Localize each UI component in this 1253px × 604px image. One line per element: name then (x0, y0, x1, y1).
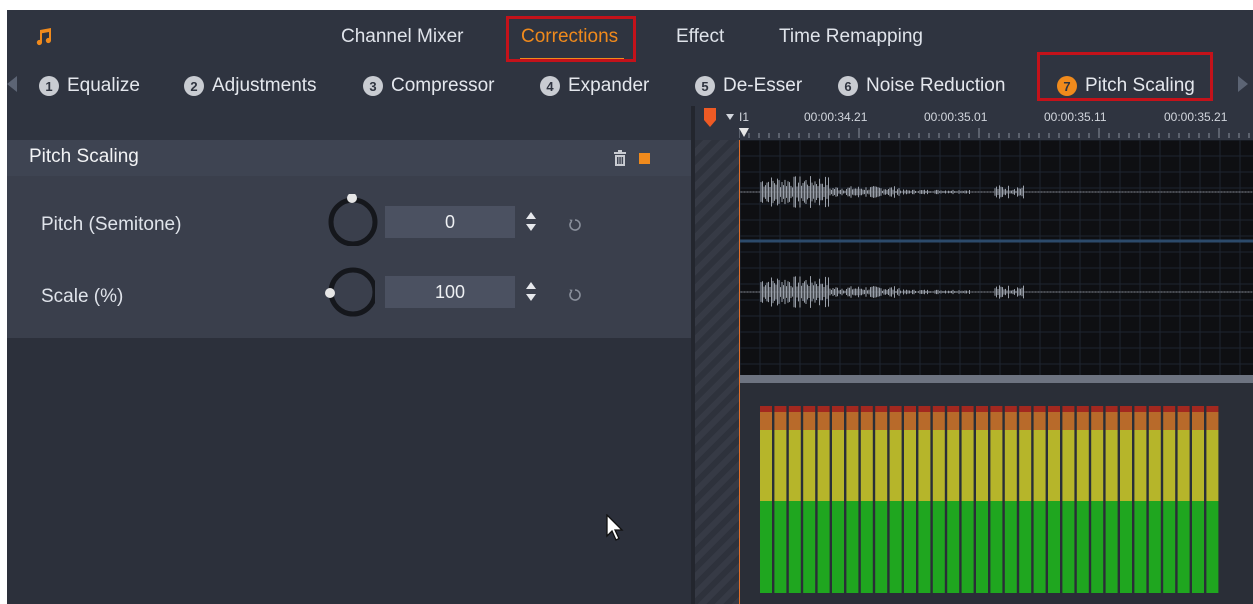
ruler-ticks (739, 128, 1250, 138)
sub-tab-bar: 1 Equalize 2 Adjustments 3 Compressor 4 … (7, 52, 1253, 106)
music-note-icon (36, 28, 52, 46)
waveform-graphic (739, 139, 1253, 375)
parameters-area: Pitch (Semitone) 0 Scale (%) 100 (7, 176, 691, 338)
playhead-line[interactable] (739, 140, 740, 604)
highlight-box-pitch-scaling (1037, 52, 1213, 101)
number-badge: 3 (363, 76, 383, 96)
tab-effect[interactable]: Effect (676, 26, 724, 48)
pitch-knob[interactable] (327, 194, 379, 246)
subtab-expander[interactable]: 4 Expander (540, 71, 649, 101)
subtab-label: Expander (568, 75, 650, 96)
tab-channel-mixer[interactable]: Channel Mixer (341, 26, 464, 48)
subtab-adjustments[interactable]: 2 Adjustments (184, 71, 317, 101)
number-badge: 4 (540, 76, 560, 96)
audio-level-meters (740, 383, 1253, 604)
number-badge: 1 (39, 76, 59, 96)
number-badge: 6 (838, 76, 858, 96)
panel-empty-area (7, 338, 691, 604)
subtab-label: Adjustments (212, 75, 317, 96)
subtab-equalize[interactable]: 1 Equalize (39, 71, 140, 101)
highlight-box-corrections (506, 16, 636, 62)
subtab-label: Noise Reduction (866, 75, 1006, 96)
subtab-label: Compressor (391, 75, 495, 96)
subtab-de-esser[interactable]: 5 De-Esser (695, 71, 802, 101)
scale-value-field[interactable]: 100 (385, 276, 515, 308)
timecode-3: 00:00:35.11 (1044, 110, 1107, 124)
timecode-4: 00:00:35.21 (1164, 110, 1228, 124)
pitch-value-field[interactable]: 0 (385, 206, 515, 238)
timeline-out-of-range-area (695, 140, 740, 604)
pitch-label: Pitch (Semitone) (41, 214, 182, 235)
scroll-left-arrow-icon[interactable] (7, 76, 17, 92)
timeline-scrollbar[interactable] (740, 375, 1253, 383)
mouse-cursor-icon (606, 514, 624, 541)
effect-enable-toggle[interactable] (639, 153, 650, 164)
subtab-noise-reduction[interactable]: 6 Noise Reduction (838, 71, 1005, 101)
scroll-right-arrow-icon[interactable] (1238, 76, 1248, 92)
number-badge: 2 (184, 76, 204, 96)
timecode-1: 00:00:34.21 (804, 110, 868, 124)
playhead-marker-icon[interactable] (703, 108, 717, 128)
scale-spinner-icon[interactable] (525, 280, 537, 304)
subtab-label: De-Esser (723, 75, 803, 96)
timeline-panel: I1 00:00:34.21 00:00:35.01 00:00:35.11 0… (695, 106, 1253, 604)
dropdown-arrow-icon[interactable] (726, 114, 734, 120)
level-meter-bars (760, 406, 1219, 593)
scale-reset-icon[interactable] (568, 288, 582, 302)
tab-time-remapping[interactable]: Time Remapping (779, 26, 923, 48)
marker-label: I1 (739, 110, 750, 124)
number-badge: 5 (695, 76, 715, 96)
audio-waveform-view[interactable] (739, 139, 1253, 375)
subtab-compressor[interactable]: 3 Compressor (363, 71, 494, 101)
pitch-reset-icon[interactable] (568, 218, 582, 232)
timecode-2: 00:00:35.01 (924, 110, 988, 124)
scale-knob[interactable] (323, 265, 375, 317)
audio-effects-window: Channel Mixer Corrections Effect Time Re… (7, 10, 1253, 604)
trash-icon[interactable] (613, 150, 627, 166)
effect-settings-panel: Pitch Scaling Pitch (Semitone) 0 Scale (… (7, 106, 691, 604)
panel-top-strip (7, 106, 691, 140)
time-ruler[interactable]: I1 00:00:34.21 00:00:35.01 00:00:35.11 0… (695, 106, 1253, 140)
subtab-label: Equalize (67, 75, 140, 96)
effect-title: Pitch Scaling (29, 146, 139, 167)
scale-label: Scale (%) (41, 286, 124, 307)
pitch-spinner-icon[interactable] (525, 210, 537, 234)
effect-header: Pitch Scaling (7, 140, 691, 176)
